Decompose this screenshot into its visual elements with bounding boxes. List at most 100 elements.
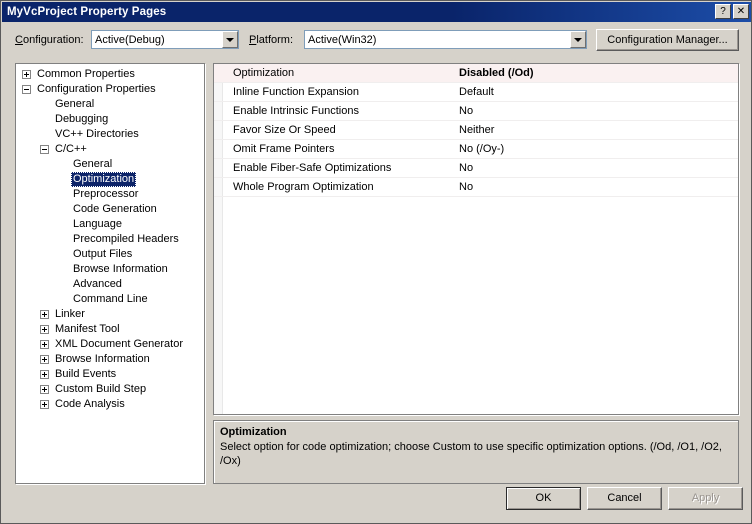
tree-node-spacer [58,265,67,274]
tree-node[interactable]: XML Document Generator [16,337,204,352]
tree-node-label: General [55,98,95,110]
title-bar-buttons: ? ✕ [715,4,749,19]
apply-button[interactable]: Apply [668,487,743,510]
tree-node-label: Advanced [73,278,122,290]
tree-node-spacer [58,250,67,259]
tree-node[interactable]: Manifest Tool [16,322,204,337]
property-row[interactable]: Enable Intrinsic Functions No [214,102,738,121]
tree-node-spacer [40,100,49,109]
expand-icon[interactable] [40,355,49,364]
platform-dropdown[interactable]: Active(Win32) [304,30,587,49]
tree-node[interactable]: Command Line [16,292,204,307]
tree-node[interactable]: VC++ Directories [16,127,204,142]
tree-node-label: Preprocessor [73,188,139,200]
title-bar[interactable]: MyVcProject Property Pages ? ✕ [2,2,751,22]
dialog-footer: OK Cancel Apply [1,483,751,523]
tree-node[interactable]: General [16,157,204,172]
tree-node-spacer [58,220,67,229]
tree-node-spacer [58,295,67,304]
tree-node-spacer [58,190,67,199]
tree-node[interactable]: Code Generation [16,202,204,217]
tree-node[interactable]: Linker [16,307,204,322]
cancel-button[interactable]: Cancel [587,487,662,510]
tree-node-label: Precompiled Headers [73,233,179,245]
tree-node[interactable]: General [16,97,204,112]
tree-node-label: VC++ Directories [55,128,139,140]
expand-icon[interactable] [40,400,49,409]
window-title: MyVcProject Property Pages [7,6,167,18]
property-value[interactable]: Disabled (/Od) [459,64,738,82]
property-value[interactable]: No (/Oy-) [459,140,738,158]
tree-node[interactable]: Preprocessor [16,187,204,202]
tree-node-spacer [40,130,49,139]
tree-node[interactable]: Browse Information [16,262,204,277]
property-row[interactable]: Inline Function Expansion Default [214,83,738,102]
property-row[interactable]: Enable Fiber-Safe Optimizations No [214,159,738,178]
help-icon[interactable]: ? [715,4,731,19]
expand-icon[interactable] [40,310,49,319]
collapse-icon[interactable] [22,85,31,94]
property-pages-dialog: MyVcProject Property Pages ? ✕ Configura… [0,0,752,524]
tree-node-label: Code Generation [73,203,157,215]
property-value[interactable]: No [459,159,738,177]
property-grid[interactable]: Optimization Disabled (/Od) Inline Functio… [213,63,739,415]
tree-node-label: Linker [55,308,85,320]
tree-node[interactable]: Output Files [16,247,204,262]
tree-node[interactable]: Language [16,217,204,232]
platform-value: Active(Win32) [308,33,377,46]
grid-row-list: Optimization Disabled (/Od) Inline Functio… [214,64,738,197]
tree-node[interactable]: Debugging [16,112,204,127]
property-row[interactable]: Favor Size Or Speed Neither [214,121,738,140]
collapse-icon[interactable] [40,145,49,154]
tree-node-label: Browse Information [73,263,168,275]
property-value[interactable]: No [459,178,738,196]
tree-node-label: Optimization [71,172,137,187]
property-tree[interactable]: Common Properties Configuration Propertie… [15,63,205,484]
tree-node-spacer [40,115,49,124]
ok-button[interactable]: OK [506,487,581,510]
expand-icon[interactable] [22,70,31,79]
expand-icon[interactable] [40,370,49,379]
tree-node[interactable]: Common Properties [16,67,204,82]
tree-node-label: Language [73,218,122,230]
tree-node[interactable]: C/C++ [16,142,204,157]
tree-node-label: XML Document Generator [55,338,183,350]
expand-icon[interactable] [40,340,49,349]
configuration-label: Configuration: [15,34,84,46]
configuration-manager-button[interactable]: Configuration Manager... [596,29,739,51]
tree-node-label: Debugging [55,113,109,125]
tree-node-label: Custom Build Step [55,383,147,395]
configuration-dropdown[interactable]: Active(Debug) [91,30,239,49]
property-row[interactable]: Omit Frame Pointers No (/Oy-) [214,140,738,159]
expand-icon[interactable] [40,385,49,394]
tree-node-label: Code Analysis [55,398,125,410]
property-name: Optimization [233,67,295,79]
tree-node-label: Manifest Tool [55,323,120,335]
chevron-down-icon[interactable] [570,31,586,48]
tree-node-label: C/C++ [55,143,87,155]
tree-node-spacer [58,175,67,184]
configuration-toolbar: Configuration: Active(Debug) Platform: A… [1,29,751,55]
property-value[interactable]: No [459,102,738,120]
property-row[interactable]: Optimization Disabled (/Od) [214,64,738,83]
tree-node[interactable]: Optimization [16,172,204,187]
tree-node[interactable]: Precompiled Headers [16,232,204,247]
description-panel: Optimization Select option for code opti… [213,420,739,484]
tree-node-spacer [58,160,67,169]
tree-node[interactable]: Code Analysis [16,397,204,412]
property-value[interactable]: Neither [459,121,738,139]
property-row[interactable]: Whole Program Optimization No [214,178,738,197]
property-name: Favor Size Or Speed [233,124,336,136]
expand-icon[interactable] [40,325,49,334]
tree-node-label: General [73,158,113,170]
chevron-down-icon[interactable] [222,31,238,48]
tree-node[interactable]: Configuration Properties [16,82,204,97]
tree-node[interactable]: Build Events [16,367,204,382]
close-icon[interactable]: ✕ [733,4,749,19]
property-name: Omit Frame Pointers [233,143,335,155]
tree-node-spacer [58,280,67,289]
tree-node[interactable]: Custom Build Step [16,382,204,397]
property-value[interactable]: Default [459,83,738,101]
tree-node[interactable]: Advanced [16,277,204,292]
tree-node[interactable]: Browse Information [16,352,204,367]
